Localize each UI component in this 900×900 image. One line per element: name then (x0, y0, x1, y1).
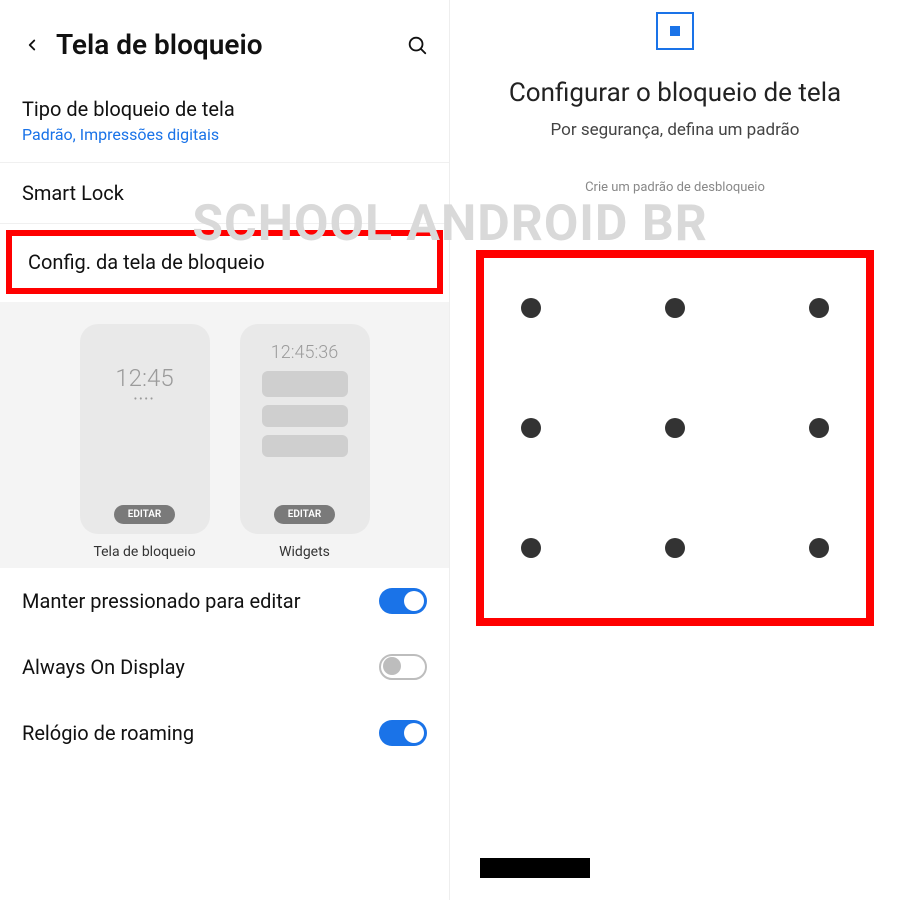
pattern-dot[interactable] (809, 418, 829, 438)
page-title: Tela de bloqueio (56, 28, 403, 61)
row-roaming-clock[interactable]: Relógio de roaming (0, 700, 449, 766)
pattern-dot[interactable] (665, 538, 685, 558)
row-lock-type[interactable]: Tipo de bloqueio de tela Padrão, Impress… (0, 79, 449, 163)
row-press-hold-edit[interactable]: Manter pressionado para editar (0, 568, 449, 634)
pattern-dot[interactable] (521, 418, 541, 438)
redacted-bar (480, 858, 590, 878)
widget-placeholder (262, 405, 348, 427)
preview-widgets[interactable]: 12:45:36 EDITAR Widgets (240, 324, 370, 560)
row-always-on-display[interactable]: Always On Display (0, 634, 449, 700)
phone-mock-lockscreen: 12:45 •••• EDITAR (80, 324, 210, 534)
aod-label: Always On Display (22, 655, 185, 679)
row-lock-type-sub: Padrão, Impressões digitais (22, 125, 427, 144)
pattern-input-area[interactable] (476, 250, 874, 626)
phone-mock-widgets: 12:45:36 EDITAR (240, 324, 370, 534)
pattern-grid[interactable] (514, 298, 836, 558)
header: Tela de bloqueio (0, 0, 449, 79)
lockscreen-preview-area: 12:45 •••• EDITAR Tela de bloqueio 12:45… (0, 302, 449, 568)
press-hold-label: Manter pressionado para editar (22, 589, 300, 613)
preview-lockscreen[interactable]: 12:45 •••• EDITAR Tela de bloqueio (80, 324, 210, 560)
pattern-dot[interactable] (809, 538, 829, 558)
pattern-dot[interactable] (809, 298, 829, 318)
preview-label-lockscreen: Tela de bloqueio (93, 544, 195, 560)
preview-dots: •••• (134, 394, 156, 405)
pattern-dot[interactable] (665, 418, 685, 438)
setup-heading: Configurar o bloqueio de tela (450, 78, 900, 108)
edit-button-widgets[interactable]: EDITAR (274, 505, 336, 524)
edit-button-lockscreen[interactable]: EDITAR (114, 505, 176, 524)
preview-label-widgets: Widgets (279, 544, 330, 560)
press-hold-toggle[interactable] (379, 588, 427, 614)
widget-placeholder (262, 371, 348, 397)
preview-clock: 12:45 (115, 364, 173, 392)
pattern-dot[interactable] (521, 298, 541, 318)
widget-placeholder (262, 435, 348, 457)
row-lock-type-label: Tipo de bloqueio de tela (22, 97, 427, 121)
row-smart-lock-label: Smart Lock (22, 181, 427, 205)
search-icon[interactable] (403, 31, 431, 59)
roaming-toggle[interactable] (379, 720, 427, 746)
roaming-label: Relógio de roaming (22, 721, 194, 745)
aod-toggle[interactable] (379, 654, 427, 680)
preview-clock-widgets: 12:45:36 (271, 342, 338, 363)
pattern-dot[interactable] (665, 298, 685, 318)
row-lockscreen-config[interactable]: Config. da tela de bloqueio (6, 230, 443, 294)
lock-setup-icon (656, 12, 694, 50)
setup-lock-panel: Configurar o bloqueio de tela Por segura… (450, 0, 900, 900)
row-smart-lock[interactable]: Smart Lock (0, 163, 449, 224)
pattern-dot[interactable] (521, 538, 541, 558)
settings-panel-lockscreen: Tela de bloqueio Tipo de bloqueio de tel… (0, 0, 450, 900)
back-icon[interactable] (18, 31, 46, 59)
setup-hint: Crie um padrão de desbloqueio (450, 180, 900, 195)
setup-subheading: Por segurança, defina um padrão (450, 120, 900, 140)
row-lockscreen-config-label: Config. da tela de bloqueio (28, 250, 421, 274)
